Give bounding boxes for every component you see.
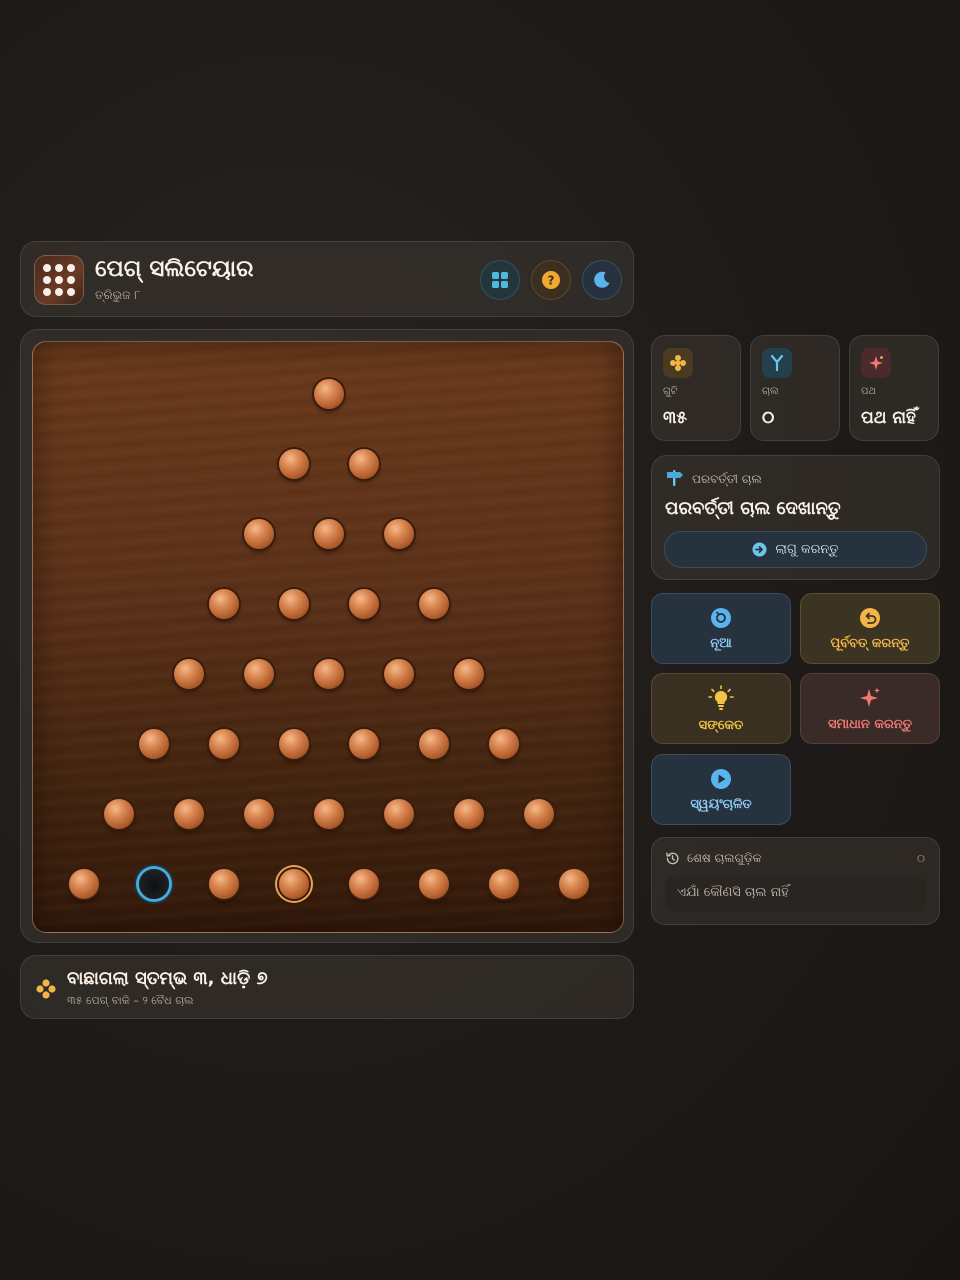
stat-path-value: ପଥ ନାହିଁ: [861, 408, 916, 428]
peg[interactable]: [349, 729, 379, 759]
peg[interactable]: [349, 589, 379, 619]
peg[interactable]: [384, 519, 414, 549]
peg[interactable]: [489, 869, 519, 899]
pegs-icon: [663, 348, 693, 378]
peg[interactable]: [209, 869, 239, 899]
pegs-cluster-icon: [36, 979, 56, 999]
peg[interactable]: [349, 869, 379, 899]
signpost-icon: [667, 470, 683, 486]
apply-move-label: ଲାଗୁ କରନ୍ତୁ: [775, 542, 839, 557]
peg[interactable]: [104, 799, 134, 829]
solve-label: ସମାଧାନ କରନ୍ତୁ: [827, 716, 913, 732]
stat-moves-label: ଚାଲ: [762, 386, 779, 397]
peg[interactable]: [174, 659, 204, 689]
new-game-button[interactable]: ନୂଆ: [651, 593, 791, 664]
peg[interactable]: [454, 659, 484, 689]
move-history: ଶେଷ ଚାଲଗୁଡ଼ିକ ୦ ଏଯାଁ କୌଣସି ଚାଲ ନାହିଁ: [651, 837, 940, 925]
hint-button[interactable]: ସଙ୍କେତ: [651, 673, 791, 744]
undo-label: ପୂର୍ବବତ୍ କରନ୍ତୁ: [830, 635, 910, 651]
peg[interactable]: [69, 869, 99, 899]
peg[interactable]: [279, 449, 309, 479]
new-game-label: ନୂଆ: [710, 635, 732, 651]
peg[interactable]: [209, 729, 239, 759]
next-move-title: ପରବର୍ତ୍ତୀ ଚାଲ ଦେଖାନ୍ତୁ: [665, 498, 841, 519]
autoplay-button[interactable]: ସ୍ୱୟଂଚାଳିତ: [651, 754, 791, 825]
history-count: ୦: [917, 852, 925, 865]
peg[interactable]: [209, 589, 239, 619]
stat-path: ପଥ ପଥ ନାହିଁ: [849, 335, 939, 441]
peg[interactable]: [384, 659, 414, 689]
peg[interactable]: [524, 799, 554, 829]
peg[interactable]: [174, 799, 204, 829]
peg[interactable]: [244, 519, 274, 549]
autoplay-label: ସ୍ୱୟଂଚାଳିତ: [690, 796, 752, 812]
peg[interactable]: [314, 519, 344, 549]
stat-moves: ଚାଲ ୦: [750, 335, 840, 441]
peg[interactable]: [314, 379, 344, 409]
peg[interactable]: [244, 659, 274, 689]
selection-title: ବାଛାଗଲା ସ୍ତମ୍ଭ ୩, ଧାଡ଼ି ୭: [67, 968, 268, 989]
undo-button[interactable]: ପୂର୍ବବତ୍ କରନ୍ତୁ: [800, 593, 940, 664]
empty-hole[interactable]: [139, 869, 169, 899]
peg[interactable]: [384, 799, 414, 829]
arrow-right-circle-icon: [752, 542, 767, 557]
app-title: ପେଗ୍ ସଲିଟେୟାର: [95, 256, 254, 282]
peg[interactable]: [244, 799, 274, 829]
stat-pegs: ଗୁଟି ୩୫: [651, 335, 741, 441]
theme-toggle-button[interactable]: [582, 260, 622, 300]
stat-pegs-label: ଗୁଟି: [663, 386, 678, 397]
board-frame: [20, 329, 634, 943]
app-logo-icon: [34, 255, 84, 305]
peg[interactable]: [314, 799, 344, 829]
peg[interactable]: [419, 869, 449, 899]
svg-text:?: ?: [548, 274, 555, 288]
selection-status: ବାଛାଗଲା ସ୍ତମ୍ଭ ୩, ଧାଡ଼ି ୭ ୩୫ ପେଗ୍ ବାକି –…: [20, 955, 634, 1019]
hint-label: ସଙ୍କେତ: [698, 717, 744, 733]
selection-subtitle: ୩୫ ପେଗ୍ ବାକି – ୨ ବୈଧ ଚାଲ: [67, 994, 194, 1007]
peg[interactable]: [489, 729, 519, 759]
play-circle-icon: [711, 768, 731, 789]
moon-icon: [594, 271, 610, 288]
solve-button[interactable]: ସମାଧାନ କରନ୍ତୁ: [800, 673, 940, 744]
board-variant-label: ତ୍ରିଭୁଜ ୮: [95, 288, 141, 302]
peg[interactable]: [314, 659, 344, 689]
selected-peg[interactable]: [279, 869, 309, 899]
history-icon: [666, 852, 679, 865]
history-empty-message: ଏଯାଁ କୌଣସି ଚାଲ ନାହିଁ: [665, 877, 926, 912]
peg[interactable]: [419, 589, 449, 619]
lightbulb-icon: [708, 684, 734, 710]
peg[interactable]: [349, 449, 379, 479]
peg[interactable]: [279, 589, 309, 619]
sparkle-icon: [861, 348, 891, 378]
apply-move-button[interactable]: ଲାଗୁ କରନ୍ତୁ: [664, 531, 927, 568]
undo-icon: [860, 607, 880, 628]
stat-pegs-value: ୩୫: [663, 408, 687, 428]
stat-path-label: ପଥ: [861, 386, 876, 397]
next-move-label: ପରବର୍ତ୍ତୀ ଚାଲ: [692, 472, 762, 486]
board-select-button[interactable]: [480, 260, 520, 300]
restart-icon: [711, 607, 731, 628]
sparkles-icon: [860, 687, 880, 707]
game-board: [32, 341, 624, 933]
fork-icon: [762, 348, 792, 378]
help-button[interactable]: ?: [531, 260, 571, 300]
grid-icon: [492, 272, 508, 288]
peg[interactable]: [279, 729, 309, 759]
help-icon: ?: [542, 271, 560, 289]
next-move-card: ପରବର୍ତ୍ତୀ ଚାଲ ପରବର୍ତ୍ତୀ ଚାଲ ଦେଖାନ୍ତୁ ଲାଗ…: [651, 455, 940, 580]
peg[interactable]: [419, 729, 449, 759]
peg[interactable]: [559, 869, 589, 899]
history-label: ଶେଷ ଚାଲଗୁଡ଼ିକ: [687, 851, 762, 865]
peg[interactable]: [454, 799, 484, 829]
peg[interactable]: [139, 729, 169, 759]
app-header: ପେଗ୍ ସଲିଟେୟାର ତ୍ରିଭୁଜ ୮ ?: [20, 241, 634, 317]
stat-moves-value: ୦: [762, 408, 775, 428]
